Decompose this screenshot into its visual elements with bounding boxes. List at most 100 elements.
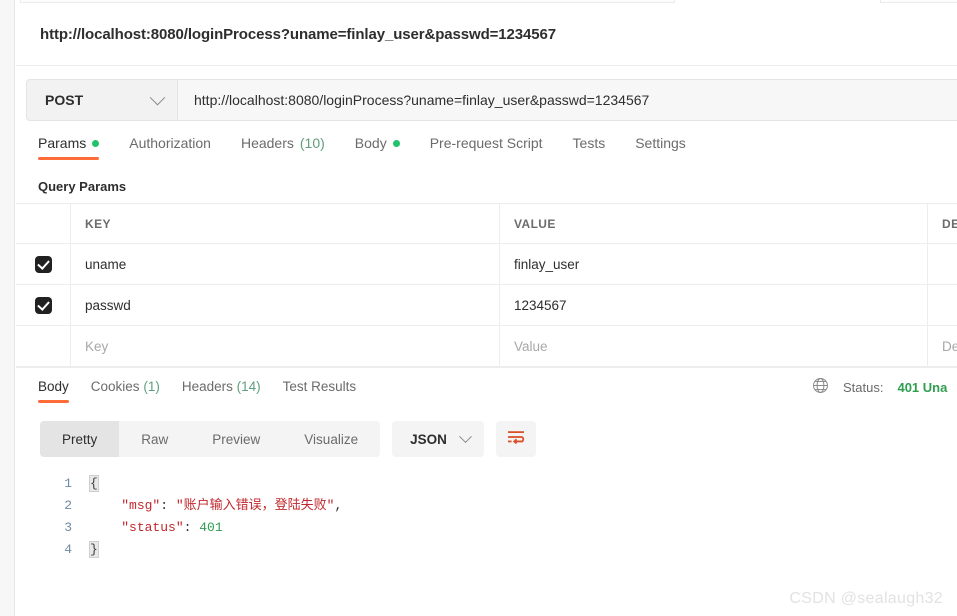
row-description-input[interactable]: [928, 285, 957, 325]
line-number: 4: [64, 542, 72, 557]
code-token-colon: :: [183, 520, 200, 535]
query-params-table: KEY VALUE DE uname finlay_user passwd 12…: [16, 203, 957, 367]
code-token-number: 401: [199, 520, 223, 535]
checkbox-checked-icon[interactable]: [34, 255, 52, 273]
code-token-indent: [90, 498, 121, 513]
response-tab-body[interactable]: Body: [38, 379, 69, 403]
code-token-key: "status": [121, 520, 184, 535]
header-key: KEY: [71, 204, 500, 243]
code-token-colon: :: [160, 498, 176, 513]
table-row: passwd 1234567: [16, 285, 957, 326]
tab-tests-label: Tests: [572, 135, 606, 151]
tab-body[interactable]: Body: [355, 135, 400, 160]
view-mode-raw[interactable]: Raw: [119, 421, 190, 457]
word-wrap-icon: [506, 429, 526, 450]
left-rail-strip: [0, 0, 15, 616]
row-key-input[interactable]: passwd: [71, 285, 500, 325]
globe-icon[interactable]: [812, 377, 829, 397]
status-label: Status:: [843, 379, 884, 395]
line-number: 2: [64, 498, 72, 513]
table-header-row: KEY VALUE DE: [16, 204, 957, 244]
view-mode-visualize[interactable]: Visualize: [282, 421, 380, 457]
tab-params[interactable]: Params: [38, 135, 100, 160]
format-label: JSON: [410, 431, 447, 447]
response-tab-test-results[interactable]: Test Results: [283, 379, 357, 403]
line-number: 1: [64, 476, 72, 491]
view-mode-pretty[interactable]: Pretty: [40, 421, 120, 457]
placeholder-description-input[interactable]: De: [928, 326, 957, 366]
placeholder-checkbox-cell: [16, 326, 71, 366]
tab-params-label: Params: [38, 135, 87, 151]
response-status-area: Status: 401 Una: [812, 377, 957, 397]
chevron-down-icon: [149, 89, 166, 105]
row-checkbox-cell: [16, 244, 71, 284]
chevron-down-icon: [458, 429, 472, 443]
checkbox-checked-icon[interactable]: [34, 296, 52, 314]
tab-headers[interactable]: Headers (10): [241, 135, 325, 160]
response-tab-body-label: Body: [38, 379, 69, 394]
tab-authorization-label: Authorization: [129, 135, 211, 151]
request-title-row: http://localhost:8080/loginProcess?uname…: [16, 3, 957, 66]
code-line-content: "msg": "账户输入错误，登陆失败",: [90, 495, 342, 517]
tab-body-label: Body: [354, 135, 387, 151]
word-wrap-button[interactable]: [495, 421, 536, 457]
row-value-input[interactable]: finlay_user: [500, 244, 928, 284]
row-value-input[interactable]: 1234567: [500, 285, 928, 325]
code-line-content: {: [89, 473, 99, 495]
response-tab-cookies-label: Cookies: [90, 379, 140, 394]
postman-window: http://localhost:8080/loginProcess?uname…: [0, 0, 957, 616]
unsaved-dot-icon: [92, 139, 100, 147]
code-line: 4 }: [56, 539, 957, 561]
tab-settings-label: Settings: [635, 135, 686, 151]
code-line: 3 "status": 401: [56, 517, 957, 539]
code-line-content: }: [89, 539, 99, 561]
tab-headers-count: (10): [299, 135, 325, 151]
code-token-comma: ,: [334, 498, 343, 513]
response-view-toolbar: Pretty Raw Preview Visualize JSON: [16, 410, 957, 457]
row-description-input[interactable]: [928, 244, 957, 284]
placeholder-key-input[interactable]: Key: [71, 326, 500, 366]
code-token-indent: [90, 520, 121, 535]
unsaved-dot-icon: [392, 139, 400, 147]
tab-headers-label: Headers: [240, 135, 294, 151]
code-line: 2 "msg": "账户输入错误，登陆失败",: [56, 495, 957, 517]
view-mode-preview[interactable]: Preview: [190, 421, 282, 457]
row-key-input[interactable]: uname: [71, 244, 500, 284]
method-select[interactable]: POST: [26, 79, 178, 121]
code-line-content: "status": 401: [90, 517, 223, 539]
response-body-viewer[interactable]: 1 { 2 "msg": "账户输入错误，登陆失败", 3 "status": …: [16, 473, 957, 561]
tab-pre-request-script[interactable]: Pre-request Script: [430, 135, 543, 160]
line-number: 3: [64, 520, 72, 535]
response-tab-cookies[interactable]: Cookies (1): [91, 379, 160, 403]
response-tab-headers-label: Headers: [181, 379, 233, 394]
code-token-brace: {: [89, 475, 99, 492]
view-mode-group: Pretty Raw Preview Visualize: [40, 421, 381, 457]
request-title: http://localhost:8080/loginProcess?uname…: [40, 25, 557, 43]
response-tab-bar: Body Cookies (1) Headers (14) Test Resul…: [16, 367, 957, 410]
header-value: VALUE: [500, 204, 928, 243]
placeholder-value-input[interactable]: Value: [500, 326, 928, 366]
method-label: POST: [45, 92, 84, 108]
request-tab-bar: Params Authorization Headers (10) Body P…: [16, 135, 957, 168]
code-token-string: "账户输入错误，登陆失败": [175, 498, 335, 513]
response-tab-headers-count: (14): [236, 379, 261, 394]
tab-tests[interactable]: Tests: [573, 135, 606, 160]
response-tab-cookies-count: (1): [143, 379, 160, 394]
query-params-label: Query Params: [38, 179, 127, 194]
tab-settings[interactable]: Settings: [635, 135, 686, 160]
tab-pre-request-script-label: Pre-request Script: [429, 135, 543, 151]
header-checkbox-cell: [16, 204, 71, 243]
status-badge: 401 Una: [897, 379, 948, 395]
table-placeholder-row: Key Value De: [16, 326, 957, 367]
code-token-brace: }: [89, 541, 99, 558]
url-bar: POST http://localhost:8080/loginProcess?…: [26, 79, 957, 121]
response-tab-test-results-label: Test Results: [282, 379, 357, 394]
code-token-key: "msg": [121, 498, 161, 513]
main-content: http://localhost:8080/loginProcess?uname…: [16, 3, 957, 616]
format-select[interactable]: JSON: [392, 421, 484, 457]
url-input[interactable]: http://localhost:8080/loginProcess?uname…: [178, 79, 957, 121]
header-description: DE: [942, 216, 957, 231]
response-tab-headers[interactable]: Headers (14): [182, 379, 261, 403]
table-row: uname finlay_user: [16, 244, 957, 285]
tab-authorization[interactable]: Authorization: [129, 135, 211, 160]
